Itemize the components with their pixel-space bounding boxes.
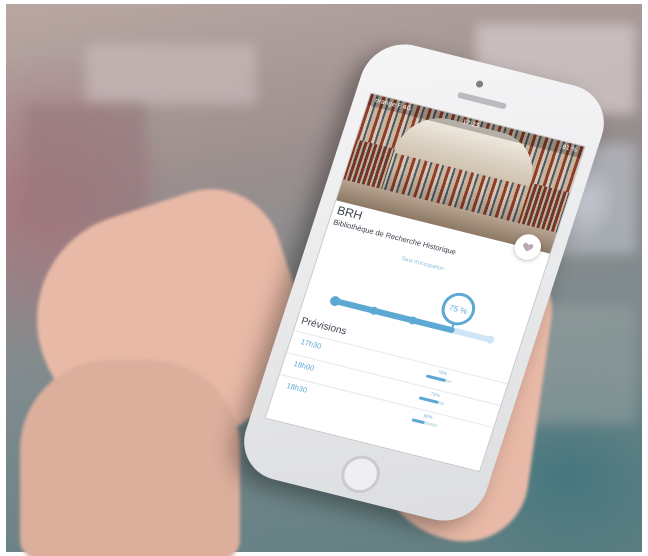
forecast-percent: 50% (423, 413, 434, 420)
front-camera (475, 79, 485, 89)
forecast-bar (418, 396, 445, 406)
forecast-bar (411, 418, 438, 428)
forecast-time: 18h00 (292, 359, 316, 373)
left-wrist (20, 360, 240, 556)
forecast-percent: 75% (430, 391, 441, 399)
heart-icon (523, 242, 534, 252)
forecast-percent: 75% (437, 369, 448, 377)
forecast-time: 18h30 (285, 381, 309, 395)
home-button[interactable] (336, 451, 385, 498)
photo-scene: orange F 4G 17:25 81 % BRH Bibliothèque … (0, 0, 648, 556)
timeline-fill (332, 298, 455, 334)
forecast-time: 17h30 (299, 337, 323, 351)
forecast-bar (425, 374, 452, 384)
clock-label: 17:25 (461, 118, 481, 130)
hands-holding-phone: orange F 4G 17:25 81 % BRH Bibliothèque … (0, 0, 648, 556)
forecast-bar-fill (418, 396, 439, 404)
earpiece-speaker (456, 91, 508, 110)
forecast-bar-fill (411, 418, 426, 425)
battery-label: 81 % (561, 143, 579, 154)
